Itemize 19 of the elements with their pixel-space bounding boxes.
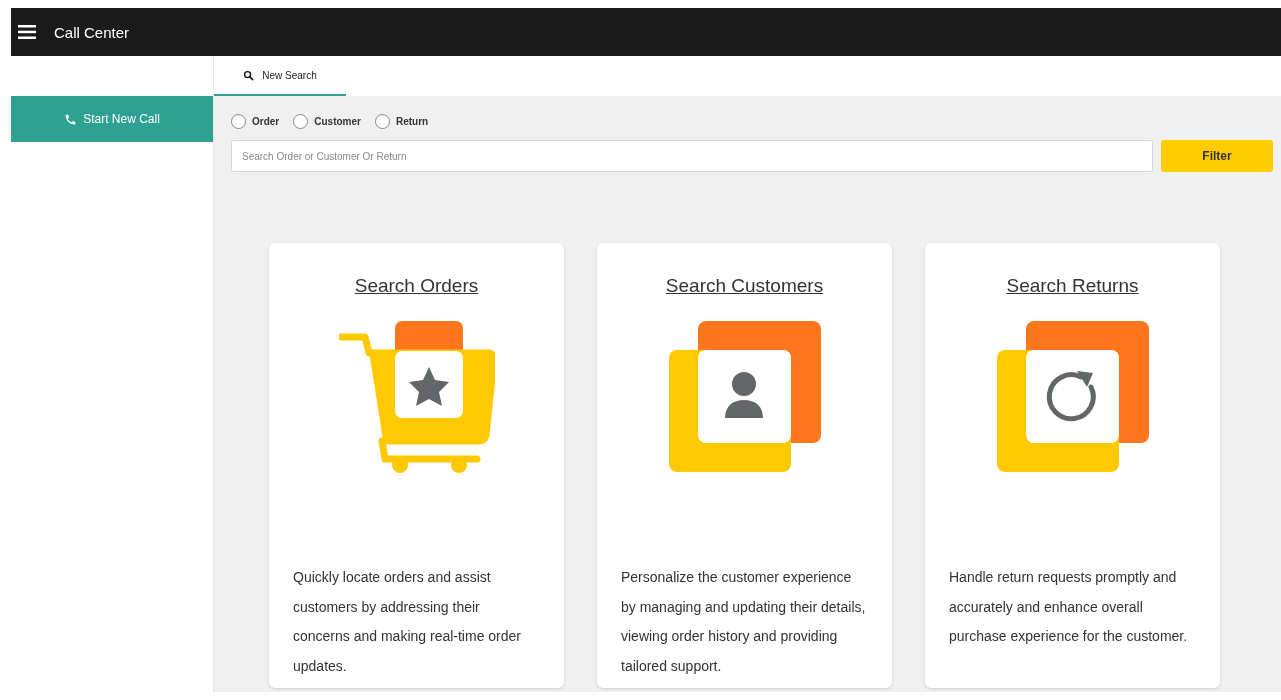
search-field[interactable]: Search Order or Customer Or Return <box>231 140 1153 172</box>
card-description: Personalize the customer experience by managing and updating their details, viewing order history and providing tailored support. <box>620 568 867 676</box>
card-title-link[interactable]: Search Returns <box>1006 275 1139 297</box>
filter-button[interactable]: Filter <box>1161 140 1273 172</box>
refresh-card-icon <box>996 321 1149 473</box>
app-title: Call Center <box>54 23 130 41</box>
radio-option[interactable]: Return <box>374 114 429 129</box>
radio-option[interactable]: Order <box>231 114 280 129</box>
radio-option[interactable]: Customer <box>293 114 361 129</box>
card-title-link[interactable]: Search Customers <box>665 275 824 297</box>
card-title-link[interactable]: Search Orders <box>354 275 479 297</box>
search-tab[interactable]: New Search <box>214 56 346 96</box>
phone-icon <box>64 112 78 126</box>
shopping-cart-icon <box>338 321 495 475</box>
card-description: Quickly locate orders and assist customers by addressing their concerns and making real-time order updates. <box>292 568 522 676</box>
menu-icon[interactable] <box>18 25 36 39</box>
search-icon <box>243 69 255 81</box>
contact-card-icon <box>668 321 821 473</box>
card-description: Handle return requests promptly and accurately and enhance overall purchase experience for the customer. <box>948 568 1189 646</box>
